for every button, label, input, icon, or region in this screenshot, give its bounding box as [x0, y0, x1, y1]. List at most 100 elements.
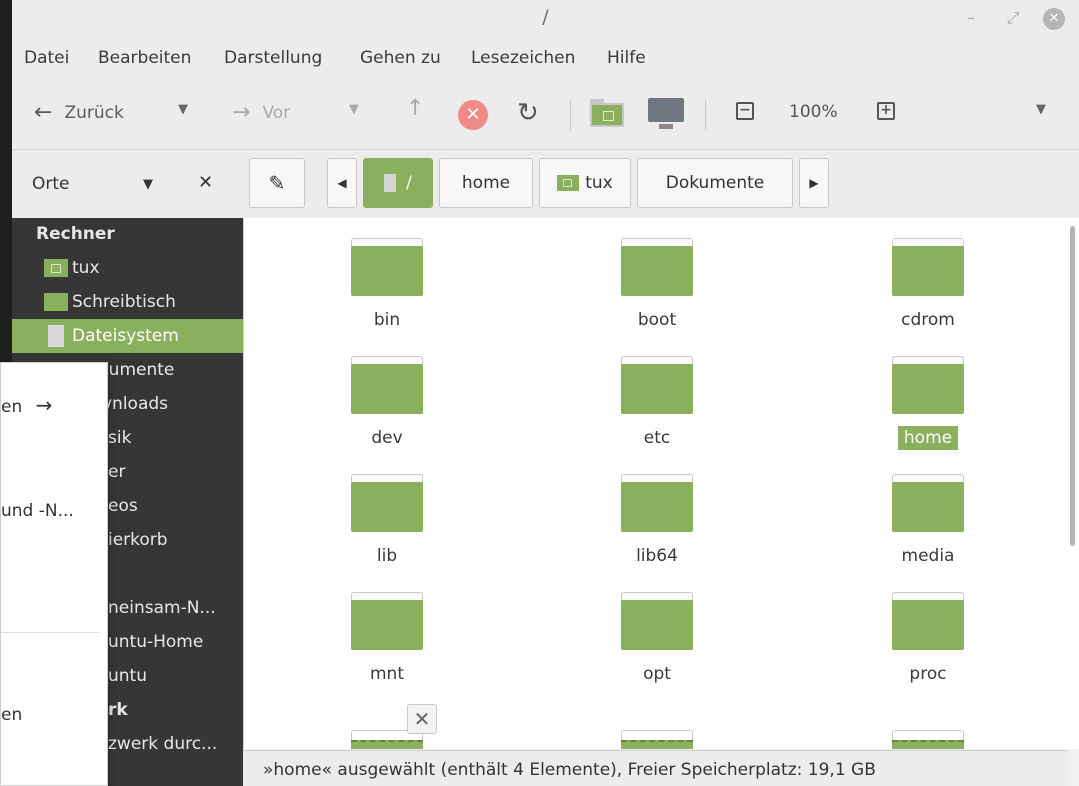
breadcrumb-dokumente[interactable]: Dokumente — [637, 158, 793, 208]
sidebar-item-label: eos — [108, 496, 138, 516]
context-menu-label: en — [1, 397, 23, 417]
menu-datei[interactable]: Datei — [24, 48, 69, 68]
home-icon[interactable] — [590, 99, 624, 129]
toggle-location-entry-button[interactable]: ✎ — [249, 158, 305, 208]
folder-icon — [351, 592, 423, 650]
sidebar-item-tux[interactable]: tux — [12, 251, 243, 285]
toolbar-overflow-dropdown[interactable]: ▼ — [1036, 102, 1046, 117]
file-item-proc[interactable]: proc — [838, 592, 1018, 686]
chevron-down-icon[interactable]: ▼ — [143, 177, 153, 192]
folder-icon — [621, 356, 693, 414]
close-window-button[interactable]: ✕ — [1043, 8, 1065, 30]
status-bar: »home« ausgewählt (enthält 4 Elemente), … — [243, 750, 1067, 786]
menu-lesezeichen[interactable]: Lesezeichen — [471, 48, 575, 68]
file-name: mnt — [370, 664, 404, 684]
window-title: / — [542, 6, 549, 28]
up-arrow-icon[interactable]: ↑ — [406, 96, 424, 121]
breadcrumb-label: home — [461, 173, 511, 193]
reload-icon[interactable]: ↻ — [517, 98, 539, 128]
menu-bearbeiten[interactable]: Bearbeiten — [98, 48, 191, 68]
sidebar-item-label: tumente — [102, 360, 175, 380]
file-name: dev — [371, 428, 403, 448]
menu-darstellung[interactable]: Darstellung — [224, 48, 322, 68]
file-item-bin[interactable]: bin — [297, 238, 477, 332]
minimize-button[interactable]: – — [960, 8, 982, 30]
breadcrumb-label: tux — [585, 173, 613, 193]
breadcrumb-root[interactable]: / — [363, 158, 433, 208]
sidebar-mode-label[interactable]: Orte — [32, 174, 70, 194]
file-name: media — [901, 546, 955, 566]
file-view: bin boot cdrom dev etc home lib lib64 me… — [243, 218, 1079, 749]
path-scroll-left-button[interactable]: ◀ — [327, 158, 357, 208]
context-menu-item[interactable]: und -N... — [1, 501, 74, 521]
stop-icon[interactable]: ✕ — [458, 100, 488, 130]
sidebar-item-dateisystem[interactable]: Dateisystem — [12, 319, 243, 353]
file-item-cdrom[interactable]: cdrom — [838, 238, 1018, 332]
file-item-etc[interactable]: etc — [567, 356, 747, 450]
sidebar-item-label: untu — [108, 666, 147, 686]
file-item-opt[interactable]: opt — [567, 592, 747, 686]
file-name: etc — [643, 428, 671, 448]
titlebar: / – ⤢ ✕ — [12, 0, 1079, 40]
file-item-boot[interactable]: boot — [567, 238, 747, 332]
menu-hilfe[interactable]: Hilfe — [607, 48, 646, 68]
computer-icon[interactable] — [648, 98, 684, 130]
sidebar-item-label: neinsam-N... — [108, 598, 216, 618]
sidebar-item-label: tux — [72, 258, 100, 278]
maximize-button[interactable]: ⤢ — [1002, 8, 1024, 30]
file-name: opt — [643, 664, 671, 684]
folder-icon — [892, 356, 964, 414]
home-folder-icon — [557, 175, 580, 191]
toolbar: ← Zurück ▼ → Vor ▼ ↑ ✕ ↻ − 100% + ▼ — [12, 78, 1079, 150]
breadcrumb-label: Dokumente — [665, 173, 765, 193]
file-item-dev[interactable]: dev — [297, 356, 477, 450]
context-menu: en → und -N... en — [0, 362, 108, 786]
sidebar-section-rechner: Rechner — [36, 224, 115, 244]
file-manager-window: / – ⤢ ✕ Datei Bearbeiten Darstellung Geh… — [12, 0, 1079, 786]
breadcrumb-label: / — [406, 173, 412, 193]
zoom-in-icon[interactable]: + — [877, 102, 895, 120]
forward-button[interactable]: → Vor — [232, 100, 290, 125]
file-item-media[interactable]: media — [838, 474, 1018, 568]
sidebar-item-label: vnloads — [102, 394, 169, 414]
partial-folder-icon[interactable] — [621, 730, 693, 749]
context-menu-label: en — [1, 705, 23, 725]
breadcrumb-home[interactable]: home — [439, 158, 533, 208]
file-name: home — [897, 426, 959, 450]
sidebar-item-schreibtisch[interactable]: Schreibtisch — [12, 285, 243, 319]
sidebar-item-label: Schreibtisch — [72, 292, 176, 312]
file-name: proc — [909, 664, 947, 684]
status-text: »home« ausgewählt (enthält 4 Elemente), … — [263, 760, 876, 780]
menubar: Datei Bearbeiten Darstellung Gehen zu Le… — [12, 40, 1079, 78]
toolbar-separator — [705, 100, 706, 130]
file-item-mnt[interactable]: mnt — [297, 592, 477, 686]
file-name: cdrom — [901, 310, 955, 330]
folder-icon — [621, 474, 693, 532]
context-menu-separator — [1, 632, 99, 633]
close-sidebar-icon[interactable]: ✕ — [198, 172, 213, 193]
file-name: lib64 — [636, 546, 678, 566]
close-overlay-icon[interactable]: ✕ — [407, 704, 437, 734]
partial-folder-icon[interactable] — [892, 730, 964, 749]
path-bar: ✎ ◀ / home tux Dokumente ▶ — [243, 150, 1079, 218]
forward-history-dropdown[interactable]: ▼ — [349, 102, 359, 117]
context-menu-item[interactable]: en — [1, 705, 22, 725]
file-name: lib — [376, 546, 398, 566]
menu-gehen-zu[interactable]: Gehen zu — [360, 48, 441, 68]
breadcrumb-tux[interactable]: tux — [539, 158, 631, 208]
file-item-home[interactable]: home — [838, 356, 1018, 450]
path-scroll-right-button[interactable]: ▶ — [799, 158, 829, 208]
back-history-dropdown[interactable]: ▼ — [178, 102, 188, 117]
vertical-scrollbar[interactable] — [1070, 226, 1075, 546]
file-name: boot — [637, 310, 677, 330]
zoom-out-icon[interactable]: − — [736, 102, 754, 120]
file-item-lib[interactable]: lib — [297, 474, 477, 568]
chevron-right-icon: ▶ — [809, 176, 819, 190]
file-item-lib64[interactable]: lib64 — [567, 474, 747, 568]
sidebar-item-label: untu-Home — [108, 632, 204, 652]
sidebar-item-label: er — [108, 462, 126, 482]
back-button[interactable]: ← Zurück — [34, 100, 124, 125]
sidebar-item-label: Dateisystem — [72, 326, 179, 346]
folder-icon — [892, 238, 964, 296]
context-menu-item[interactable]: en → — [1, 393, 52, 417]
